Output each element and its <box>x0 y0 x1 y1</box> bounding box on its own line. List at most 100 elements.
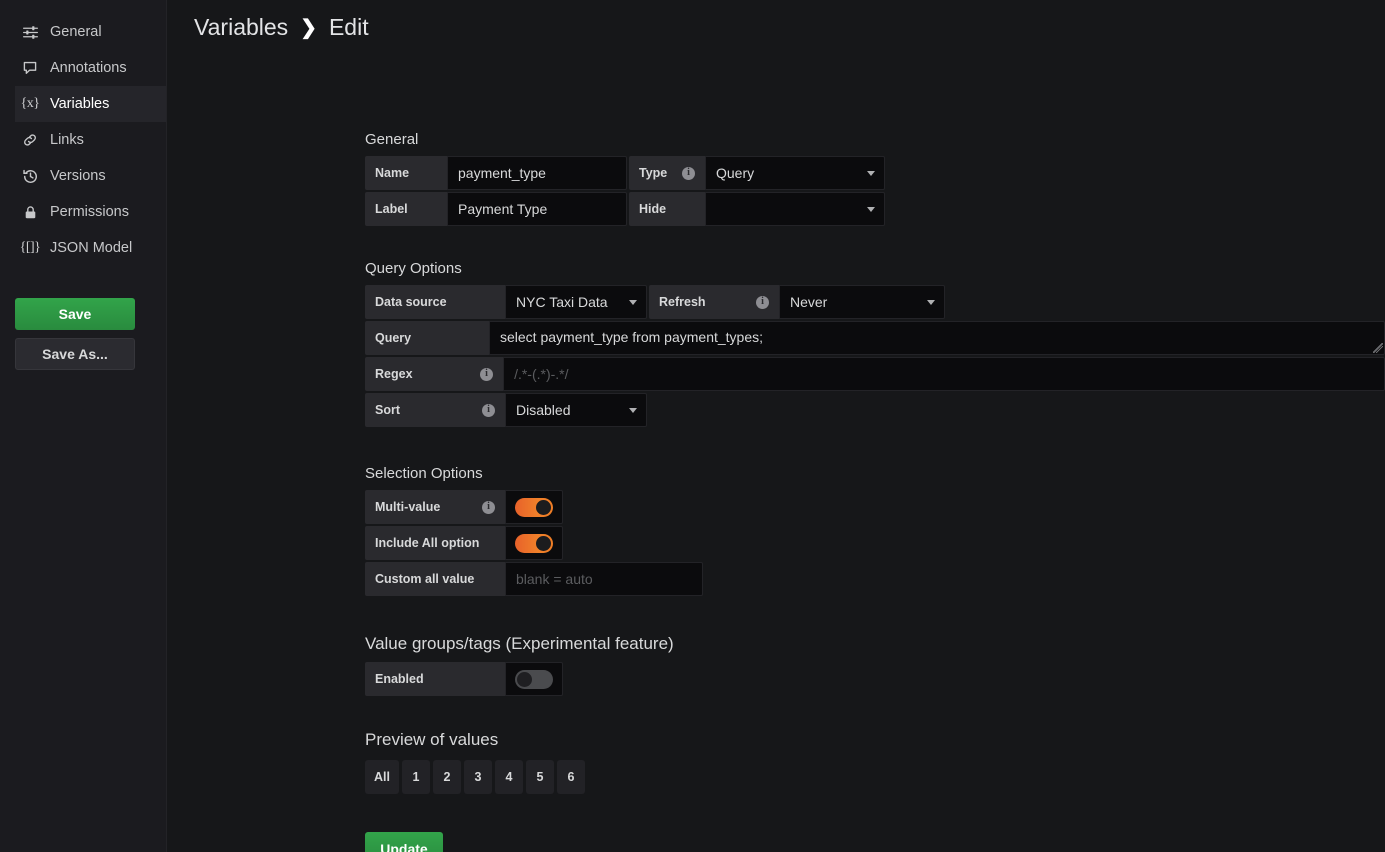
value-groups-enabled-row: Enabled <box>365 662 1385 696</box>
lock-icon <box>21 203 39 221</box>
sidebar-item-label: Permissions <box>50 204 129 220</box>
custom-all-input[interactable] <box>505 562 703 596</box>
update-button[interactable]: Update <box>365 832 443 852</box>
sidebar-item-links[interactable]: Links <box>15 122 166 158</box>
sidebar-actions: Save Save As... <box>0 298 166 370</box>
sidebar-item-label: General <box>50 24 102 40</box>
query-row: Query <box>365 321 1385 355</box>
type-label-text: Type <box>639 156 667 190</box>
include-all-label: Include All option <box>365 526 505 560</box>
sidebar-item-versions[interactable]: Versions <box>15 158 166 194</box>
multi-value-info-icon[interactable]: i <box>468 501 495 514</box>
refresh-info-icon[interactable]: i <box>742 296 769 309</box>
sort-select[interactable]: Disabled <box>505 393 647 427</box>
settings-sidebar: General Annotations {x} Variables <box>0 0 167 852</box>
name-label: Name <box>365 156 447 190</box>
breadcrumb-root[interactable]: Variables <box>194 14 288 41</box>
label-input[interactable] <box>447 192 627 226</box>
sidebar-item-annotations[interactable]: Annotations <box>15 50 166 86</box>
label-label: Label <box>365 192 447 226</box>
custom-all-label: Custom all value <box>365 562 505 596</box>
type-select[interactable]: Query <box>705 156 885 190</box>
sidebar-item-label: Variables <box>50 96 109 112</box>
sidebar-item-general[interactable]: General <box>15 14 166 50</box>
section-title-selection-options: Selection Options <box>365 465 1385 482</box>
sort-label: Sort i <box>365 393 505 427</box>
query-textarea-wrap <box>489 321 1385 355</box>
multi-value-label: Multi-value i <box>365 490 505 524</box>
breadcrumb: Variables ❯ Edit <box>167 0 1385 41</box>
hide-label: Hide <box>629 192 705 226</box>
hide-select[interactable] <box>705 192 885 226</box>
general-row-1: Name Type i Query <box>365 156 1385 190</box>
sort-label-text: Sort <box>375 393 400 427</box>
variable-editor-form: General Name Type i Query <box>167 131 1385 852</box>
regex-row: Regex i <box>365 357 1385 391</box>
section-title-general: General <box>365 131 1385 148</box>
sidebar-item-label: JSON Model <box>50 240 132 256</box>
settings-nav-list: General Annotations {x} Variables <box>0 14 166 266</box>
section-title-query-options: Query Options <box>365 260 1385 277</box>
toggle-switch-off <box>515 670 553 689</box>
chevron-right-icon: ❯ <box>300 15 317 40</box>
multi-value-label-text: Multi-value <box>375 490 440 524</box>
sort-row: Sort i Disabled <box>365 393 1385 427</box>
custom-all-row: Custom all value <box>365 562 1385 596</box>
label-field-group: Label <box>365 192 627 226</box>
query-textarea[interactable] <box>489 321 1385 355</box>
general-row-2: Label Hide <box>365 192 1385 226</box>
value-groups-enabled-toggle[interactable] <box>505 662 563 696</box>
preview-value-pill: 1 <box>402 760 430 794</box>
braces-x-icon: {x} <box>21 95 39 113</box>
sidebar-item-json-model[interactable]: {[]} JSON Model <box>15 230 166 266</box>
chevron-down-icon <box>867 207 875 212</box>
refresh-field-group: Refresh i Never <box>649 285 945 319</box>
name-input[interactable] <box>447 156 627 190</box>
save-as-button[interactable]: Save As... <box>15 338 135 370</box>
refresh-select[interactable]: Never <box>779 285 945 319</box>
toggle-knob <box>517 672 532 687</box>
preview-value-pill: 3 <box>464 760 492 794</box>
type-field-group: Type i Query <box>629 156 885 190</box>
toggle-switch-on <box>515 498 553 517</box>
preview-values-list: All 1 2 3 4 5 6 <box>365 760 1385 794</box>
chevron-down-icon <box>629 300 637 305</box>
regex-input[interactable] <box>503 357 1385 391</box>
sidebar-item-label: Versions <box>50 168 106 184</box>
type-info-icon[interactable]: i <box>668 167 695 180</box>
preview-value-pill: 2 <box>433 760 461 794</box>
multi-value-toggle[interactable] <box>505 490 563 524</box>
sidebar-item-permissions[interactable]: Permissions <box>15 194 166 230</box>
datasource-select[interactable]: NYC Taxi Data <box>505 285 647 319</box>
sort-select-value: Disabled <box>516 402 570 418</box>
refresh-select-value: Never <box>790 294 827 310</box>
query-options-row-1: Data source NYC Taxi Data Refresh i Neve… <box>365 285 1385 319</box>
sidebar-item-label: Links <box>50 132 84 148</box>
braces-list-icon: {[]} <box>21 239 39 257</box>
toggle-knob <box>536 500 551 515</box>
regex-label-text: Regex <box>375 357 413 391</box>
sidebar-item-label: Annotations <box>50 60 127 76</box>
regex-info-icon[interactable]: i <box>466 368 493 381</box>
chevron-down-icon <box>867 171 875 176</box>
section-title-value-groups: Value groups/tags (Experimental feature) <box>365 634 1385 654</box>
main-content: Variables ❯ Edit General Name Type i Q <box>167 0 1385 852</box>
hide-field-group: Hide <box>629 192 885 226</box>
sliders-icon <box>21 23 39 41</box>
sort-info-icon[interactable]: i <box>468 404 495 417</box>
type-select-value: Query <box>716 165 754 181</box>
name-field-group: Name <box>365 156 627 190</box>
sidebar-item-variables[interactable]: {x} Variables <box>15 86 166 122</box>
include-all-toggle[interactable] <box>505 526 563 560</box>
value-groups-enabled-label: Enabled <box>365 662 505 696</box>
regex-label: Regex i <box>365 357 503 391</box>
save-button[interactable]: Save <box>15 298 135 330</box>
history-icon <box>21 167 39 185</box>
chevron-down-icon <box>629 408 637 413</box>
query-label: Query <box>365 321 489 355</box>
type-label: Type i <box>629 156 705 190</box>
dashboard-settings-page: General Annotations {x} Variables <box>0 0 1385 852</box>
refresh-label-text: Refresh <box>659 285 706 319</box>
chevron-down-icon <box>927 300 935 305</box>
preview-value-pill: 6 <box>557 760 585 794</box>
